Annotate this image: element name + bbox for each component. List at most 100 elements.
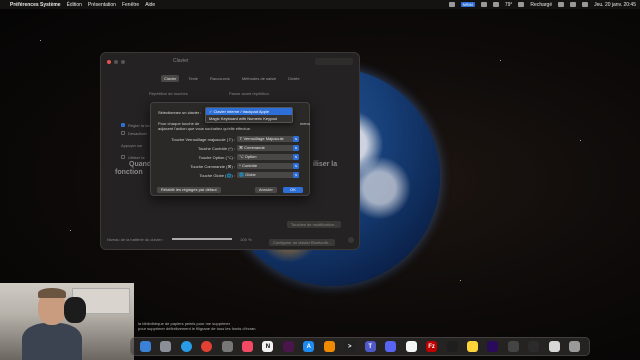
figma-icon[interactable] [446, 341, 458, 352]
zoom-button[interactable] [121, 60, 125, 64]
notes-icon[interactable] [466, 341, 478, 352]
menu-item-magic-keyboard[interactable]: Magic Keyboard with Numeric Keypad [206, 115, 292, 122]
teams-icon[interactable]: T [364, 341, 376, 352]
status-badge[interactable]: NRIM [460, 2, 475, 7]
help-button[interactable] [348, 237, 354, 243]
launchpad-icon[interactable] [160, 341, 172, 352]
video-icon[interactable] [528, 341, 540, 352]
command-select[interactable]: ^ Contrôle ⇅ [237, 163, 299, 169]
battery-status[interactable]: Rechargé [530, 2, 552, 8]
record-icon[interactable] [448, 2, 455, 7]
chevron-updown-icon: ⇅ [293, 172, 299, 178]
globe-label: Touche Globe (🌐) : [199, 173, 235, 178]
chevron-updown-icon: ⇅ [293, 145, 299, 151]
battery-level-fill [172, 238, 233, 240]
disable-checkbox[interactable] [121, 131, 125, 135]
tab-keyboard[interactable]: Clavier [161, 75, 180, 82]
star [580, 140, 581, 141]
caps-lock-select[interactable]: ⇪ Verrouillage Majuscule ⇅ [237, 136, 299, 142]
menu-edition[interactable]: Édition [67, 2, 82, 8]
system-preferences-icon[interactable] [221, 341, 233, 352]
option-select[interactable]: ⌥ Option ⇅ [237, 154, 299, 160]
menu-item-internal-keyboard[interactable]: ✓ Clavier interne / trackpad Apple [206, 108, 292, 115]
notification-line-2: pour supprimer définitivement le filigra… [138, 326, 256, 331]
select-keyboard-label: Sélectionnez un clavier : [158, 110, 202, 115]
search-icon[interactable] [570, 2, 577, 7]
globe-value: 🌐 Globe [239, 172, 256, 177]
notion-icon[interactable]: N [262, 341, 274, 352]
control-value: ⌘ Commande [239, 145, 265, 150]
control-row: Touche Contrôle (^) : ⌘ Commande ⇅ [151, 145, 311, 152]
menu-help[interactable]: Aide [145, 2, 155, 8]
keyboard-select-menu: ✓ Clavier interne / trackpad Apple Magic… [205, 107, 293, 123]
minimize-button[interactable] [114, 60, 118, 64]
tab-bar: Clavier Texte Raccourcis Méthodes de sai… [161, 75, 303, 82]
dock: N A > T Fz [130, 337, 590, 356]
menu-presentation[interactable]: Présentation [88, 2, 116, 8]
headset [64, 297, 86, 323]
control-label: Touche Contrôle (^) : [197, 146, 235, 151]
close-button[interactable] [107, 60, 111, 64]
menu-window[interactable]: Fenêtre [122, 2, 139, 8]
search-input[interactable] [315, 58, 353, 65]
capture-icon[interactable] [507, 341, 519, 352]
webcam-overlay [0, 283, 134, 360]
control-select[interactable]: ⌘ Commande ⇅ [237, 145, 299, 151]
window-title: Clavier [173, 58, 189, 64]
trash-icon[interactable] [569, 341, 581, 352]
dropbox-icon[interactable] [480, 2, 487, 7]
discord-icon[interactable] [385, 341, 397, 352]
terminal-icon[interactable]: > [344, 341, 356, 352]
photos-icon[interactable] [405, 341, 417, 352]
folder-icon[interactable] [548, 341, 560, 352]
clock[interactable]: Jeu. 20 janv. 20:45 [594, 2, 636, 8]
vlc-icon[interactable] [323, 341, 335, 352]
chevron-updown-icon: ⇅ [293, 154, 299, 160]
caps-lock-label: Touche Verrouillage majuscule (⇪) : [171, 137, 235, 142]
tab-input-sources[interactable]: Méthodes de saisie [239, 75, 279, 82]
use-checkbox[interactable] [121, 155, 125, 159]
brightness-checkbox[interactable] [121, 123, 125, 127]
person-body [22, 323, 82, 360]
app-store-icon[interactable]: A [303, 341, 315, 352]
description-right: menu [300, 121, 311, 126]
tab-dictation[interactable]: Dictée [285, 75, 302, 82]
app-menu[interactable]: Préférences Système [10, 2, 61, 8]
globe-select[interactable]: 🌐 Globe ⇅ [237, 172, 299, 178]
key-repeat-label: Répétition de touches [149, 91, 188, 96]
cancel-button[interactable]: Annuler [255, 187, 277, 193]
menu-bar: Préférences Système Édition Présentation… [0, 0, 640, 9]
premiere-icon[interactable] [487, 341, 499, 352]
finder-icon[interactable] [139, 341, 151, 352]
battery-level-bar [172, 238, 233, 240]
battery-icon[interactable] [518, 2, 525, 7]
tab-text[interactable]: Texte [185, 75, 201, 82]
weather-value[interactable]: 79° [505, 2, 513, 8]
chevron-updown-icon: ⇅ [293, 136, 299, 142]
slack-icon[interactable] [282, 341, 294, 352]
command-value: ^ Contrôle [239, 163, 258, 168]
window-titlebar: Clavier [101, 53, 359, 71]
press-label: Appuyer sur [121, 143, 143, 148]
monitor-icon[interactable] [492, 2, 499, 7]
brightness-label: Régler la lum [128, 123, 152, 128]
command-label: Touche Commande (⌘) : [190, 164, 235, 169]
wifi-icon[interactable] [558, 2, 565, 7]
bluetooth-keyboard-button[interactable]: Configurer un clavier Bluetooth... [269, 239, 336, 246]
restore-defaults-button[interactable]: Rétablir les réglages par défaut [157, 187, 221, 193]
chrome-icon[interactable] [201, 341, 213, 352]
star [460, 280, 461, 281]
option-label: Touche Option (⌥) : [198, 155, 235, 160]
ok-button[interactable]: OK [283, 187, 303, 193]
filezilla-icon[interactable]: Fz [426, 341, 438, 352]
safari-icon[interactable] [180, 341, 192, 352]
tab-shortcuts[interactable]: Raccourcis [207, 75, 233, 82]
caps-lock-value: ⇪ Verrouillage Majuscule [239, 136, 284, 141]
dimmed-heading-2: fonction [115, 169, 143, 176]
control-center-icon[interactable] [582, 2, 589, 7]
description-line-2: adjacent l'action que vous souhaitez qu'… [158, 126, 252, 131]
music-icon[interactable] [241, 341, 253, 352]
dimmed-heading-1: Quand [129, 161, 152, 168]
option-value: ⌥ Option [239, 154, 257, 159]
modifier-keys-button[interactable]: Touches de modification... [287, 221, 342, 228]
